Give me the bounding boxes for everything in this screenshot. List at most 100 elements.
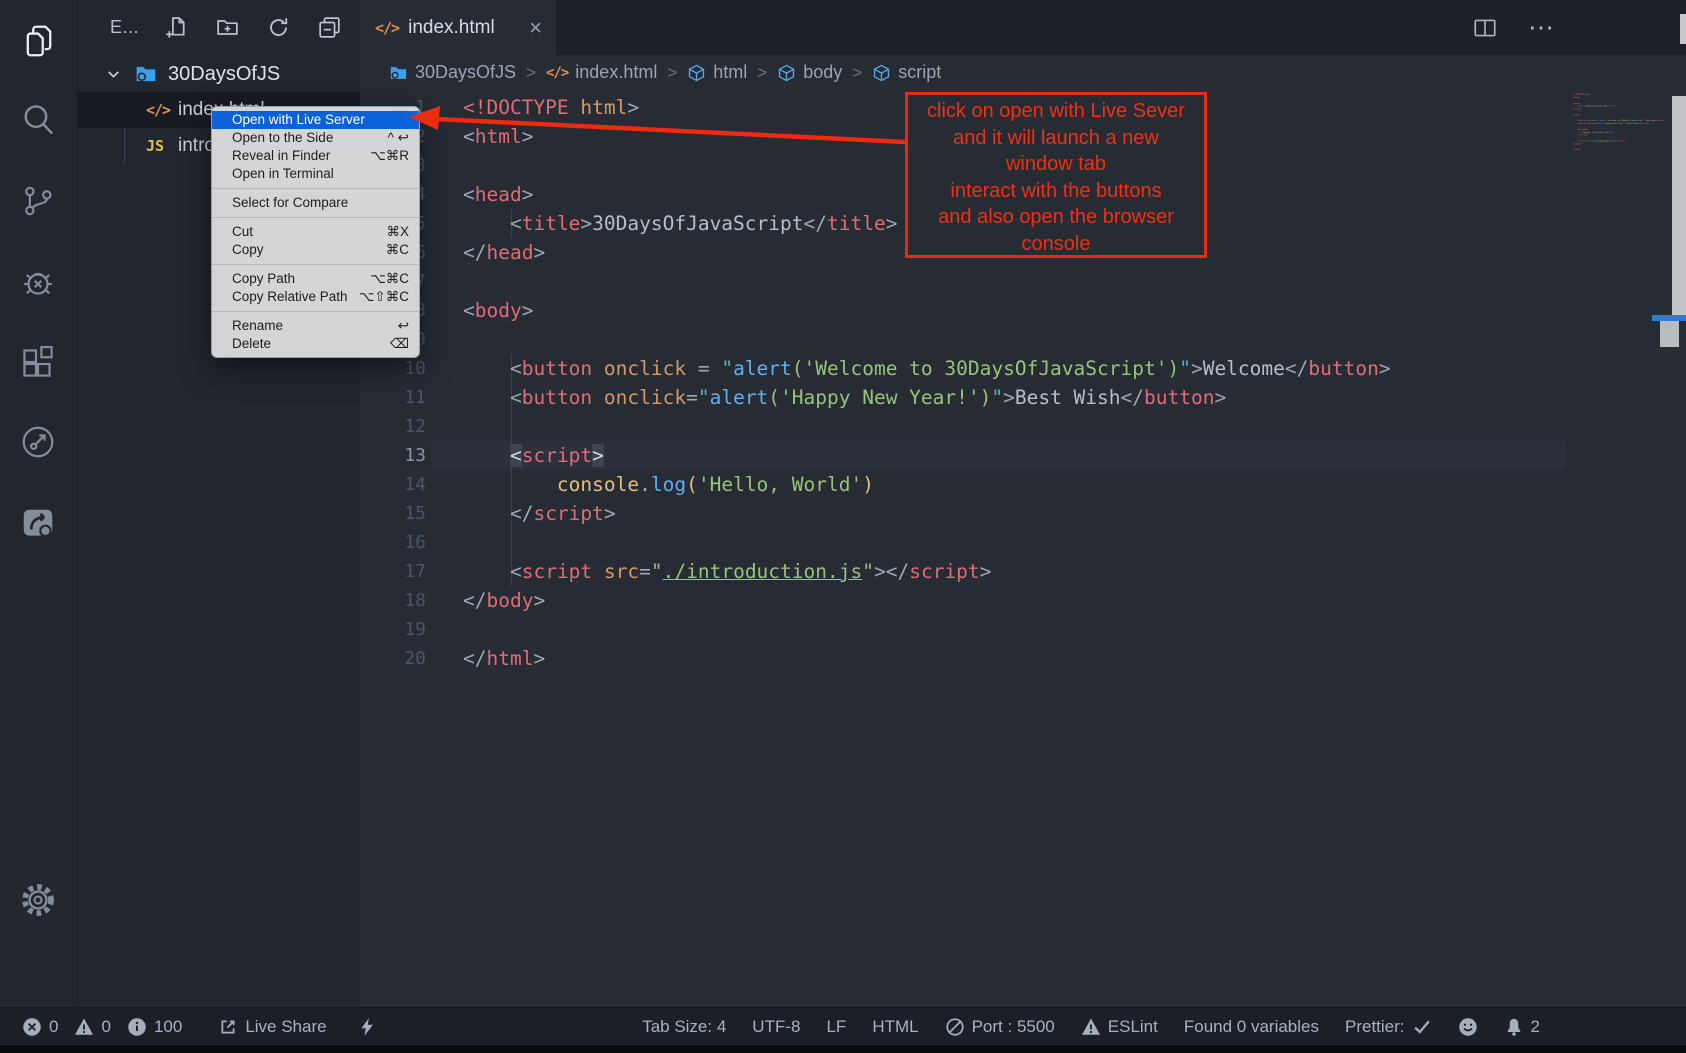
status-bolt[interactable]: [357, 1017, 377, 1037]
breadcrumb-separator: >: [852, 63, 862, 83]
menu-item-open-to-the-side[interactable]: Open to the Side^ ↩: [212, 129, 419, 147]
status-utf-8[interactable]: UTF-8: [752, 1017, 800, 1037]
status-port-5500[interactable]: Port : 5500: [945, 1017, 1055, 1037]
activity-extensions-icon[interactable]: [19, 343, 57, 381]
menu-separator: [212, 311, 419, 312]
menu-item-open-with-live-server[interactable]: Open with Live Server: [212, 111, 419, 129]
breadcrumb-item-index.html[interactable]: </>index.html: [546, 62, 657, 83]
menu-item-copy[interactable]: Copy⌘C: [212, 241, 419, 259]
activity-settings-icon[interactable]: [19, 881, 57, 919]
refresh-icon[interactable]: [267, 16, 290, 39]
minimap-line: </html>: [1573, 148, 1665, 151]
minimap[interactable]: <!DOCTYPE html><html><head> <title>30Day…: [1573, 93, 1665, 223]
status-label: Found 0 variables: [1184, 1017, 1319, 1037]
code-line-20[interactable]: 20</html>: [361, 644, 1686, 673]
status-found-0-variables[interactable]: Found 0 variables: [1184, 1017, 1319, 1037]
status-100[interactable]: 100: [127, 1017, 182, 1037]
code-line-18[interactable]: 18</body>: [361, 586, 1686, 615]
token: script: [522, 560, 592, 583]
menu-item-label: Open to the Side: [232, 129, 333, 147]
activity-live-share-icon[interactable]: [19, 423, 57, 461]
share-icon: [218, 1017, 238, 1037]
code-text: console.log('Hello, World'): [463, 470, 874, 499]
code-line-14[interactable]: 14 console.log('Hello, World'): [361, 470, 1686, 499]
activity-share-export-icon[interactable]: [19, 503, 57, 541]
activity-explorer-icon[interactable]: [19, 22, 57, 60]
activity-search-icon[interactable]: [19, 101, 57, 139]
menu-item-shortcut: ⌥⌘R: [370, 147, 409, 165]
token: >: [1580, 148, 1581, 150]
status-lf[interactable]: LF: [826, 1017, 846, 1037]
code-line-19[interactable]: 19: [361, 615, 1686, 644]
menu-item-shortcut: ⌘X: [386, 223, 409, 241]
token: alert: [710, 386, 769, 409]
chevron-down-icon[interactable]: [106, 67, 121, 82]
status-tab-size-4[interactable]: Tab Size: 4: [642, 1017, 726, 1037]
menu-item-select-for-compare[interactable]: Select for Compare: [212, 194, 419, 212]
status-label: 100: [154, 1017, 182, 1037]
menu-item-cut[interactable]: Cut⌘X: [212, 223, 419, 241]
token: [463, 473, 557, 496]
scrollbar-thumb[interactable]: [1660, 321, 1679, 347]
code-line-17[interactable]: 17 <script src="./introduction.js"></scr…: [361, 557, 1686, 586]
split-editor-icon[interactable]: [1472, 15, 1498, 41]
status-0[interactable]: 0: [22, 1017, 58, 1037]
new-folder-icon[interactable]: [216, 16, 239, 39]
activity-source-control-icon[interactable]: [19, 182, 57, 220]
status-label: Port : 5500: [972, 1017, 1055, 1037]
code-text: <button onclick="alert('Happy New Year!'…: [463, 383, 1226, 412]
collapse-all-icon[interactable]: [318, 16, 341, 39]
status-0[interactable]: 0: [74, 1017, 110, 1037]
code-text: <title>30DaysOfJavaScript</title>: [463, 209, 897, 238]
token: <: [463, 125, 475, 148]
menu-item-delete[interactable]: Delete⌫: [212, 335, 419, 353]
menu-item-copy-path[interactable]: Copy Path⌥⌘C: [212, 270, 419, 288]
token: title: [522, 212, 581, 235]
more-actions-icon[interactable]: ⋯: [1528, 12, 1556, 43]
breadcrumb-item-30DaysOfJS[interactable]: 30DaysOfJS: [389, 62, 516, 83]
code-text: <button onclick = "alert('Welcome to 30D…: [463, 354, 1391, 383]
code-line-10[interactable]: 10 <button onclick = "alert('Welcome to …: [361, 354, 1686, 383]
status-prettier-[interactable]: Prettier:: [1345, 1017, 1432, 1037]
token: ": [698, 386, 710, 409]
line-number: 13: [361, 441, 426, 470]
tree-folder-30DaysOfJS[interactable]: 30DaysOfJS: [78, 56, 360, 92]
code-line-15[interactable]: 15 </script>: [361, 499, 1686, 528]
menu-separator: [212, 217, 419, 218]
new-file-icon[interactable]: [165, 16, 188, 39]
status-smiley[interactable]: [1458, 1017, 1478, 1037]
code-line-7[interactable]: 7: [361, 267, 1686, 296]
status-html[interactable]: HTML: [872, 1017, 918, 1037]
menu-item-rename[interactable]: Rename↩: [212, 317, 419, 335]
token: </: [463, 589, 486, 612]
breadcrumb-item-script[interactable]: script: [872, 62, 941, 83]
breadcrumb-item-body[interactable]: body: [777, 62, 842, 83]
status-live-share[interactable]: Live Share: [218, 1017, 326, 1037]
status-label: HTML: [872, 1017, 918, 1037]
menu-item-label: Copy Relative Path: [232, 288, 348, 306]
slash-icon: [945, 1017, 965, 1037]
code-line-11[interactable]: 11 <button onclick="alert('Happy New Yea…: [361, 383, 1686, 412]
status-2[interactable]: 2: [1504, 1017, 1540, 1037]
token: html: [486, 647, 533, 670]
menu-item-label: Rename: [232, 317, 283, 335]
tab-close-icon[interactable]: ×: [529, 17, 542, 39]
code-line-8[interactable]: 8<body>: [361, 296, 1686, 325]
token: </: [1285, 357, 1308, 380]
breadcrumb-item-html[interactable]: html: [687, 62, 747, 83]
code-line-13[interactable]: 13 <script>: [361, 441, 1686, 470]
token: src: [592, 560, 639, 583]
status-eslint[interactable]: ESLint: [1081, 1017, 1158, 1037]
token: >: [580, 212, 592, 235]
activity-run-debug-icon[interactable]: [19, 263, 57, 301]
tab-index-html[interactable]: </> index.html ×: [361, 0, 557, 55]
token: [463, 502, 510, 525]
menu-item-copy-relative-path[interactable]: Copy Relative Path⌥⇧⌘C: [212, 288, 419, 306]
code-line-12[interactable]: 12: [361, 412, 1686, 441]
token: ": [721, 357, 733, 380]
menu-item-label: Reveal in Finder: [232, 147, 330, 165]
menu-item-reveal-in-finder[interactable]: Reveal in Finder ⌥⌘R: [212, 147, 419, 165]
code-line-9[interactable]: 9: [361, 325, 1686, 354]
menu-item-open-in-terminal[interactable]: Open in Terminal: [212, 165, 419, 183]
code-line-16[interactable]: 16: [361, 528, 1686, 557]
